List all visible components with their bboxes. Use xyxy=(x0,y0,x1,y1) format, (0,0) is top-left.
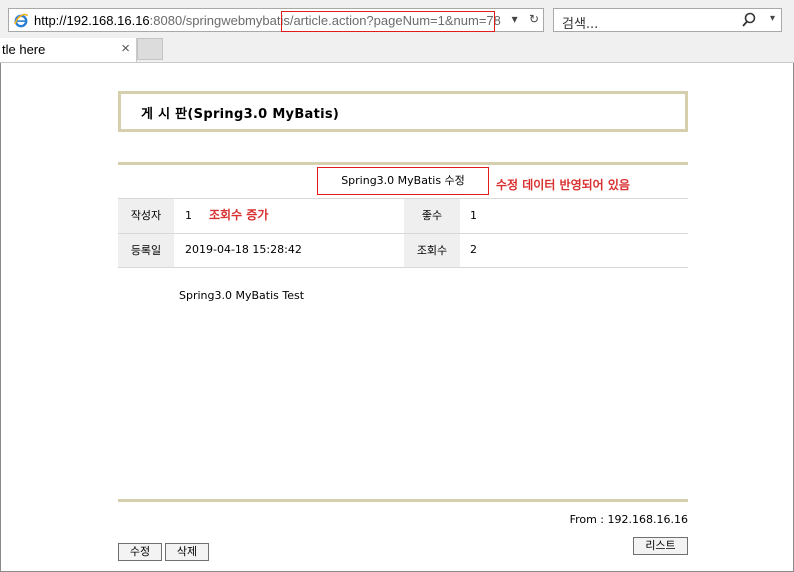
divider xyxy=(118,233,688,234)
edit-button[interactable]: 수정 xyxy=(118,543,162,561)
date-value: 2019-04-18 15:28:42 xyxy=(185,243,302,256)
hits-value: 2 xyxy=(470,243,477,256)
top-rule xyxy=(118,162,688,165)
ie-logo-icon xyxy=(14,13,28,28)
from-ip: From : 192.168.16.16 xyxy=(569,513,688,526)
writer-value: 1 xyxy=(185,209,192,222)
refresh-icon[interactable]: ↻ xyxy=(529,12,539,26)
article-content: Spring3.0 MyBatis Test xyxy=(179,289,305,302)
tab-title: tle here xyxy=(2,42,46,57)
page-title: 게 시 판(Spring3.0 MyBatis) xyxy=(141,107,340,122)
recommend-label: 좋수 xyxy=(404,199,460,233)
views-note: 조회수 증가 xyxy=(209,208,269,222)
search-box[interactable]: 검색... ▾ xyxy=(553,8,782,32)
writer-label: 작성자 xyxy=(118,199,174,233)
search-placeholder: 검색... xyxy=(562,17,599,32)
address-bar[interactable]: http://192.168.16.16:8080/springwebmybat… xyxy=(8,8,544,32)
hits-label: 조회수 xyxy=(404,234,460,267)
close-icon[interactable]: × xyxy=(121,40,130,57)
window-frame xyxy=(0,0,794,572)
bottom-rule xyxy=(118,499,688,502)
article-subject: Spring3.0 MyBatis 수정 xyxy=(317,167,489,195)
url-highlight-box xyxy=(281,11,495,32)
search-icon[interactable] xyxy=(741,11,757,29)
date-label: 등록일 xyxy=(118,234,174,267)
board-title-box: 게 시 판(Spring3.0 MyBatis) xyxy=(118,91,688,132)
list-button[interactable]: 리스트 xyxy=(633,537,688,555)
browser-toolbar: http://192.168.16.16:8080/springwebmybat… xyxy=(0,0,794,63)
new-tab-button[interactable] xyxy=(137,38,163,60)
search-dropdown-icon[interactable]: ▾ xyxy=(770,13,775,24)
address-actions: ▾ ↻ xyxy=(504,12,539,26)
browser-tab[interactable]: tle here × xyxy=(0,38,137,62)
divider xyxy=(118,198,688,199)
delete-button[interactable]: 삭제 xyxy=(165,543,209,561)
dropdown-icon[interactable]: ▾ xyxy=(512,12,518,26)
divider xyxy=(118,267,688,268)
subject-note: 수정 데이터 반영되어 있음 xyxy=(496,178,630,192)
recommend-value: 1 xyxy=(470,209,477,222)
